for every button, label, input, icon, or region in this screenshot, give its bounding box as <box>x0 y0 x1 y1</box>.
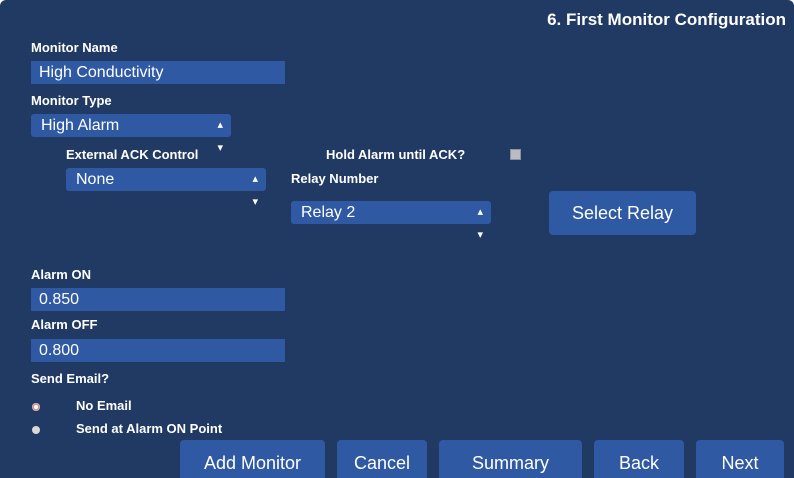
monitor-config-panel: 6. First Monitor Configuration Monitor N… <box>0 0 794 478</box>
relay-number-label: Relay Number <box>291 171 379 186</box>
relay-number-select[interactable]: Relay 2 ▴ ▾ <box>291 201 491 241</box>
alarm-off-label: Alarm OFF <box>31 317 98 332</box>
hold-alarm-checkbox[interactable] <box>510 149 521 160</box>
monitor-name-input[interactable]: High Conductivity <box>31 61 285 84</box>
monitor-name-label: Monitor Name <box>31 40 118 55</box>
select-relay-button[interactable]: Select Relay <box>549 191 696 235</box>
send-email-label: Send Email? <box>31 371 110 386</box>
external-ack-select[interactable]: None ▴ ▾ <box>66 168 266 208</box>
no-email-radio[interactable] <box>32 403 40 411</box>
updown-icon: ▴ ▾ <box>217 119 223 154</box>
alarm-on-label: Alarm ON <box>31 267 91 282</box>
monitor-type-value: High Alarm <box>41 117 120 134</box>
updown-icon: ▴ ▾ <box>252 173 258 208</box>
send-at-alarm-on-label: Send at Alarm ON Point <box>76 421 223 436</box>
hold-alarm-label: Hold Alarm until ACK? <box>326 147 466 162</box>
summary-button[interactable]: Summary <box>439 440 582 478</box>
cancel-button[interactable]: Cancel <box>337 440 427 478</box>
external-ack-label: External ACK Control <box>66 147 199 162</box>
page-title: 6. First Monitor Configuration <box>547 10 786 29</box>
send-at-alarm-on-radio[interactable] <box>32 426 40 434</box>
back-button[interactable]: Back <box>594 440 684 478</box>
external-ack-value: None <box>76 171 115 188</box>
relay-number-value: Relay 2 <box>301 204 356 221</box>
monitor-type-select[interactable]: High Alarm ▴ ▾ <box>31 114 231 154</box>
alarm-on-input[interactable]: 0.850 <box>31 288 285 311</box>
add-monitor-button[interactable]: Add Monitor <box>180 440 325 478</box>
alarm-off-input[interactable]: 0.800 <box>31 339 285 362</box>
next-button[interactable]: Next <box>696 440 784 478</box>
monitor-type-label: Monitor Type <box>31 93 112 108</box>
updown-icon: ▴ ▾ <box>477 206 483 241</box>
no-email-label: No Email <box>76 398 132 413</box>
